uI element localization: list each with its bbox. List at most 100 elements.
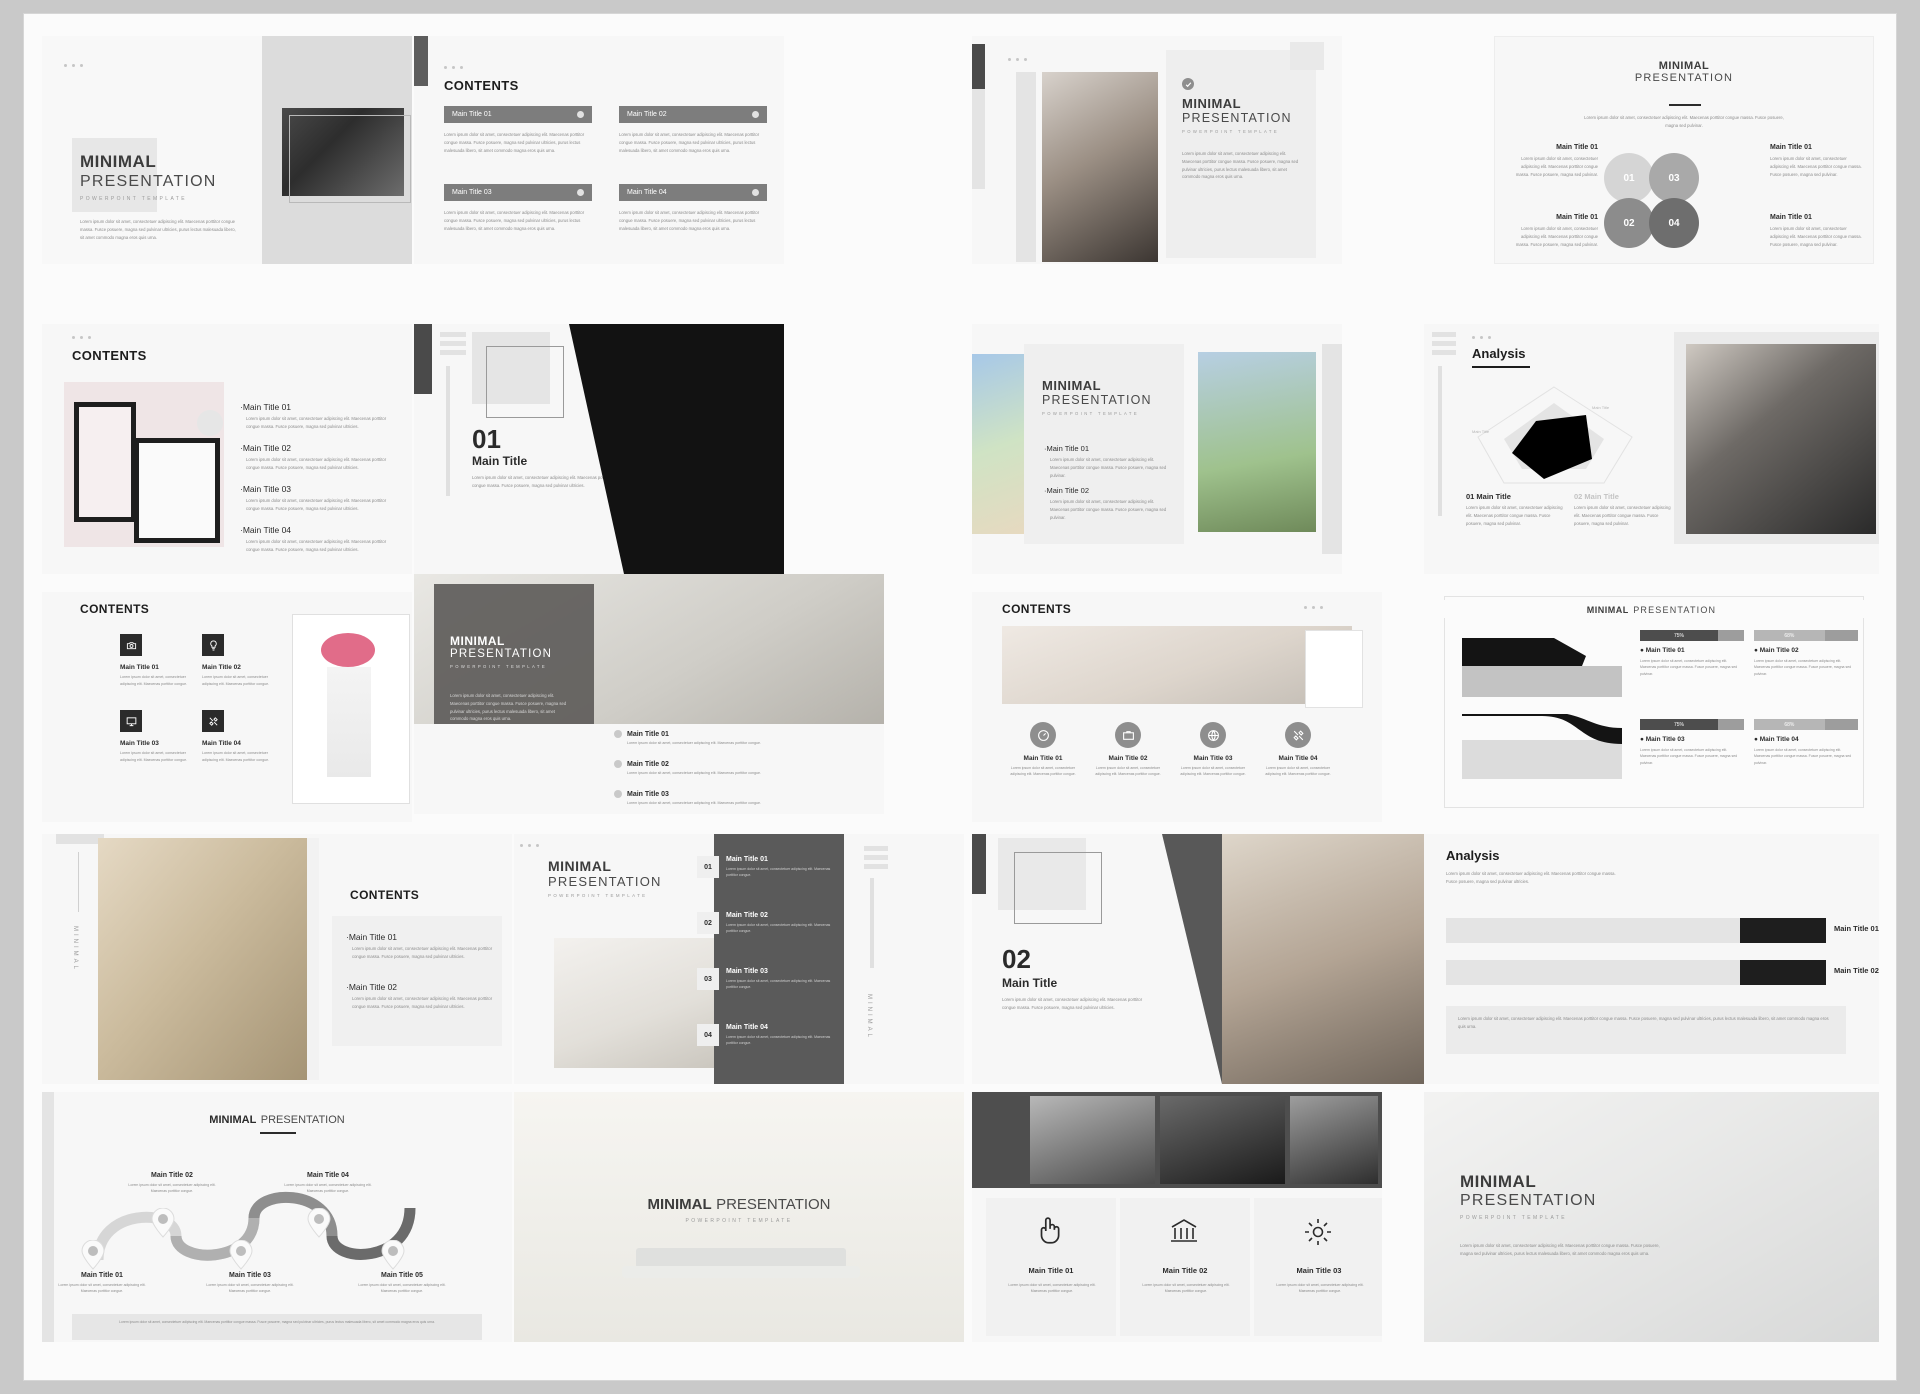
progress-value-4: 68%: [1754, 719, 1825, 730]
card-title-2: ● Main Title 02: [1754, 647, 1799, 654]
slide-contents-frames[interactable]: CONTENTS ·Main Title 01 Lorem ipsum dolo…: [42, 324, 412, 574]
brand-word2: PRESENTATION: [716, 1196, 831, 1213]
brand-word2: PRESENTATION: [548, 874, 662, 889]
card-title-3-label: Main Title 03: [1645, 736, 1685, 743]
icon-card-1[interactable]: Main Title 01 Lorem ipsum dolor sit amet…: [986, 1198, 1116, 1336]
slide-round-icons[interactable]: CONTENTS Main Title 01 Lorem ipsum dolor…: [972, 592, 1382, 822]
progress-bar-2: 68%: [1754, 630, 1858, 641]
card-title-1: ● Main Title 01: [1640, 647, 1685, 654]
left-accent-bar: [42, 1092, 54, 1342]
bullet-dot-icon: [577, 111, 584, 118]
list-item-2-title: ·Main Title 02: [346, 982, 398, 992]
contents-bar-2[interactable]: Main Title 02: [619, 106, 767, 123]
contents-bar-4[interactable]: Main Title 04: [619, 184, 767, 201]
slide-analysis-bars[interactable]: Analysis Lorem ipsum dolor sit amet, con…: [1424, 834, 1879, 1084]
contents-bar-1[interactable]: Main Title 01: [444, 106, 592, 123]
contents-text-4: Lorem ipsum dolor sit amet, consectetuer…: [619, 210, 760, 231]
slide-brand-two-titles[interactable]: MINIMAL PRESENTATION POWERPOINT TEMPLATE…: [972, 324, 1342, 574]
wave-label-2: Main Title 02: [151, 1172, 193, 1179]
slide-section-02[interactable]: 02 Main Title Lorem ipsum dolor sit amet…: [972, 834, 1442, 1084]
pin-icon-1: [80, 1240, 106, 1270]
slide-device-mockup[interactable]: MINIMAL PRESENTATION POWERPOINT TEMPLATE: [514, 1092, 964, 1342]
vertical-brand-label: MINIMAL: [72, 926, 78, 973]
brand-word1: MINIMAL: [647, 1196, 712, 1213]
circle-02-number: 02: [1623, 217, 1635, 229]
slide-blinds-contents[interactable]: MINIMAL CONTENTS ·Main Title 01 Lorem ip…: [42, 834, 512, 1084]
icon-card-1-text: Lorem ipsum dolor sit amet, consectetuer…: [1008, 1283, 1096, 1294]
list-item-3-label: Main Title 03: [242, 484, 292, 494]
circle-label-1: Main Title 01: [1556, 144, 1598, 151]
list-item-2-label: Main Title 02: [348, 982, 398, 992]
brand-panel: MINIMAL PRESENTATION POWERPOINT TEMPLATE…: [1166, 50, 1316, 258]
icon-card-2-text: Lorem ipsum dolor sit amet, consectetuer…: [1142, 1283, 1230, 1294]
icon-card-2[interactable]: Main Title 02 Lorem ipsum dolor sit amet…: [1120, 1198, 1250, 1336]
icon-card-3[interactable]: Main Title 03 Lorem ipsum dolor sit amet…: [1254, 1198, 1382, 1336]
slide-four-circles[interactable]: MINIMAL PRESENTATION Lorem ipsum dolor s…: [1494, 36, 1874, 264]
slide-wave-timeline[interactable]: MINIMAL PRESENTATION Main Title 01 Lorem…: [42, 1092, 512, 1342]
contents-bar-3[interactable]: Main Title 03: [444, 184, 592, 201]
circle-01-number: 01: [1623, 172, 1635, 184]
contents-bar-4-label: Main Title 04: [627, 189, 667, 196]
page-title: Analysis: [1446, 848, 1500, 863]
slide-icon-grid[interactable]: CONTENTS Main Title 01 Lorem ipsum dolor…: [42, 592, 412, 822]
list-item-1-title: ·Main Title 01: [240, 402, 292, 412]
wave-text-2: Lorem ipsum dolor sit amet, consectetuer…: [128, 1183, 216, 1194]
wave-title: MINIMAL PRESENTATION: [42, 1110, 512, 1128]
brand-word2: PRESENTATION: [1634, 72, 1734, 84]
legend-text-1: Lorem ipsum dolor sit amet, consectetuer…: [1466, 505, 1563, 526]
brand-sub: POWERPOINT TEMPLATE: [548, 893, 648, 898]
slide-analysis-radar[interactable]: Analysis Main Title Main Title 01 Main T…: [1424, 324, 1879, 574]
accent-outline: [486, 346, 564, 418]
briefcase-icon: [1115, 722, 1141, 748]
check-circle-icon: [614, 790, 622, 798]
side-lines: [1432, 332, 1456, 359]
wave-text-3: Lorem ipsum dolor sit amet, consectetuer…: [206, 1283, 294, 1294]
interior-photo: [554, 938, 714, 1068]
list-item-4-label: Main Title 04: [242, 525, 292, 535]
slide-street-overlay[interactable]: MINIMAL PRESENTATION POWERPOINT TEMPLATE…: [1424, 1092, 1879, 1342]
section-number: 02: [1002, 944, 1031, 974]
icon-label-3: Main Title 03: [120, 740, 159, 747]
check-text-2: Lorem ipsum dolor sit amet, consectetuer…: [627, 771, 762, 775]
analysis-bar-track-1: [1446, 918, 1826, 943]
slide-title-cover[interactable]: MINIMAL PRESENTATION POWERPOINT TEMPLATE…: [42, 36, 412, 264]
check-label-2: Main Title 02: [627, 760, 669, 768]
side-lines: [864, 846, 888, 873]
contents-text-3: Lorem ipsum dolor sit amet, consectetuer…: [444, 210, 585, 231]
circle-02[interactable]: 02: [1604, 198, 1654, 248]
circle-01[interactable]: 01: [1604, 153, 1654, 203]
circle-03[interactable]: 03: [1649, 153, 1699, 203]
slide-percent-cards[interactable]: MINIMAL PRESENTATION 75% ● Main Title 01…: [1424, 592, 1879, 812]
slide-photo-brand[interactable]: MINIMAL PRESENTATION POWERPOINT TEMPLATE…: [972, 36, 1342, 264]
slide-numbered-list[interactable]: MINIMAL PRESENTATION POWERPOINT TEMPLATE…: [514, 834, 964, 1084]
page-title: CONTENTS: [350, 888, 420, 902]
desk-photo: [1686, 344, 1876, 534]
icon-label-2: Main Title 02: [202, 664, 241, 671]
circle-04[interactable]: 04: [1649, 198, 1699, 248]
panel-item-1-text: Lorem ipsum dolor sit amet, consectetuer…: [1050, 457, 1167, 478]
brand-block: MINIMAL PRESENTATION POWERPOINT TEMPLATE: [80, 152, 217, 202]
brand-word1: MINIMAL: [1658, 60, 1710, 72]
pin-icon-4: [306, 1208, 332, 1238]
slide-section-01[interactable]: 01 Main Title Lorem ipsum dolor sit amet…: [414, 324, 784, 574]
brand-word1: MINIMAL: [1460, 1172, 1537, 1191]
title-rule: [1669, 104, 1701, 106]
brand-sub: POWERPOINT TEMPLATE: [1182, 129, 1280, 134]
legend-text-2: Lorem ipsum dolor sit amet, consectetuer…: [1574, 505, 1671, 526]
slide-contents-grid[interactable]: CONTENTS Main Title 01 Lorem ipsum dolor…: [414, 36, 784, 264]
slide-room-checklist[interactable]: MINIMAL PRESENTATION POWERPOINT TEMPLATE…: [414, 574, 884, 814]
progress-value-3: 75%: [1640, 719, 1718, 730]
wave-label-1: Main Title 01: [81, 1272, 123, 1279]
brand-word1: MINIMAL: [1042, 378, 1102, 393]
dark-item-2-label: Main Title 02: [726, 912, 768, 919]
slide-three-photos[interactable]: Main Title 01 Lorem ipsum dolor sit amet…: [972, 1092, 1382, 1342]
area-chart-top: [1462, 638, 1622, 697]
round-icon-text-2: Lorem ipsum dolor sit amet, consectetuer…: [1095, 766, 1161, 777]
laptop-mock-1: [636, 1248, 846, 1268]
bullet-dot-icon: [752, 111, 759, 118]
accent-outline: [1014, 852, 1102, 924]
footnote-text: Lorem ipsum dolor sit amet, consectetuer…: [119, 1320, 435, 1324]
brand-block: MINIMAL PRESENTATION POWERPOINT TEMPLATE: [1182, 96, 1292, 134]
progress-bar-4: 68%: [1754, 719, 1858, 730]
section-label: Main Title: [472, 454, 528, 468]
